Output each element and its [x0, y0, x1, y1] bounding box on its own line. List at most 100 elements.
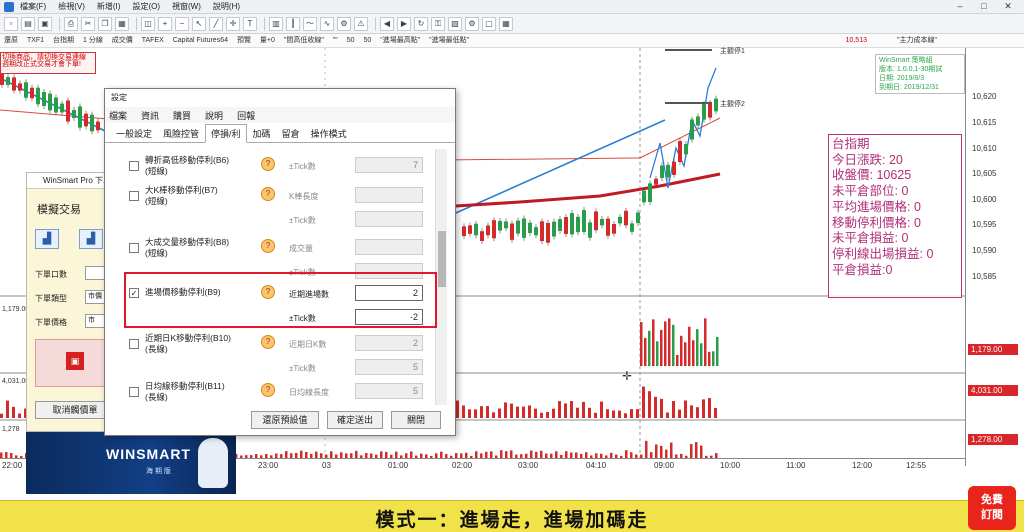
volume-bar: [492, 412, 495, 418]
param-label: 日均線長度: [289, 388, 329, 397]
rule-checkbox[interactable]: [129, 387, 139, 397]
indicator-icon[interactable]: ∿: [320, 16, 334, 31]
param-input[interactable]: 5: [355, 359, 423, 375]
candle-body: [702, 103, 706, 120]
settings-dialog: 設定 檔案 資訊 購買 說明 回報 一般設定 風險控管 停損/利 加碼 留倉 操…: [104, 88, 456, 436]
new-icon[interactable]: ▫: [4, 16, 18, 31]
arrow-left-icon[interactable]: ◀: [380, 16, 394, 31]
alert-icon[interactable]: ⚠: [354, 16, 368, 31]
menu-help[interactable]: 說明(H): [213, 1, 240, 12]
scroll-thumb[interactable]: [438, 231, 446, 287]
tab-stop[interactable]: 停損/利: [205, 124, 247, 143]
print-icon[interactable]: ⎙: [64, 16, 78, 31]
layout-icon[interactable]: ▧: [448, 16, 462, 31]
menu-insert[interactable]: 新增(I): [97, 1, 121, 12]
draw-line-icon[interactable]: ╱: [209, 16, 223, 31]
param-input[interactable]: [355, 187, 423, 203]
help-icon[interactable]: ?: [261, 383, 275, 397]
dialog-menu-buy[interactable]: 購買: [173, 109, 191, 122]
help-icon[interactable]: ?: [261, 239, 275, 253]
window-icon[interactable]: ▢: [482, 16, 496, 31]
menu-view[interactable]: 檢視(V): [58, 1, 85, 12]
save-icon[interactable]: ▣: [38, 16, 52, 31]
buy-button[interactable]: ▣: [35, 339, 113, 387]
close-icon[interactable]: ✕: [996, 1, 1020, 12]
reset-defaults-button[interactable]: 還原預設值: [251, 411, 319, 429]
zoom-out-icon[interactable]: −: [175, 16, 189, 31]
tab-mode[interactable]: 操作模式: [306, 125, 352, 142]
bar-chart-icon[interactable]: ▥: [269, 16, 283, 31]
settings-icon[interactable]: ⚙: [465, 16, 479, 31]
zoom-in-icon[interactable]: +: [158, 16, 172, 31]
tile-icon[interactable]: ▦: [499, 16, 513, 31]
param-input[interactable]: 2: [355, 335, 423, 351]
help-icon[interactable]: ?: [261, 335, 275, 349]
stats-title: 台指期: [832, 137, 870, 151]
info-item: Capital Futures64: [172, 37, 228, 44]
toolbar-separator: [59, 16, 60, 31]
candle-body: [636, 212, 640, 224]
dialog-menu-report[interactable]: 回報: [237, 109, 255, 122]
dialog-tabs: 一般設定 風險控管 停損/利 加碼 留倉 操作模式: [105, 124, 455, 143]
param-input[interactable]: [355, 239, 423, 255]
tab-general[interactable]: 一般設定: [111, 125, 157, 142]
subscribe-button[interactable]: 免費 訂閱: [968, 486, 1016, 530]
volume-bar: [684, 342, 687, 366]
info-right-value: 10,513: [845, 37, 867, 44]
toolbar-separator: [375, 16, 376, 31]
rule-label: 大成交量移動停利(B8) (短線): [145, 237, 230, 258]
menu-window[interactable]: 視窗(W): [172, 1, 201, 12]
grid-icon[interactable]: ▦: [115, 16, 129, 31]
rule-checkbox[interactable]: [129, 243, 139, 253]
info-item: "間高低收線": [283, 37, 324, 44]
copy-icon[interactable]: ❐: [98, 16, 112, 31]
chart-icon[interactable]: ◫: [141, 16, 155, 31]
menu-bar: 檔案(F) 檢視(V) 新增(I) 設定(O) 視窗(W) 說明(H) – □ …: [0, 0, 1024, 14]
help-icon[interactable]: ?: [261, 157, 275, 171]
minimize-icon[interactable]: –: [948, 1, 972, 12]
candle-icon[interactable]: ┃: [286, 16, 300, 31]
menu-settings[interactable]: 設定(O): [132, 1, 160, 12]
dialog-menu-help[interactable]: 說明: [205, 109, 223, 122]
info-item: 台指期: [53, 37, 75, 44]
crosshair-icon[interactable]: ✛: [226, 16, 240, 31]
lock-icon[interactable]: ⚿: [431, 16, 445, 31]
volume-bar: [534, 408, 537, 418]
tab-risk[interactable]: 風險控管: [158, 125, 204, 142]
rule-checkbox[interactable]: [129, 161, 139, 171]
close-button[interactable]: 關閉: [391, 411, 441, 429]
text-icon[interactable]: T: [243, 16, 257, 31]
submit-button[interactable]: 確定送出: [327, 411, 383, 429]
volume-badge: 1,278.00: [968, 434, 1018, 445]
rule-checkbox[interactable]: [129, 339, 139, 349]
dialog-menu-file[interactable]: 檔案: [109, 109, 127, 122]
cursor-icon[interactable]: ↖: [192, 16, 206, 31]
candle-body: [54, 97, 58, 113]
volume-bar: [624, 413, 627, 418]
tab-hold[interactable]: 留倉: [277, 125, 305, 142]
arrow-right-icon[interactable]: ▶: [397, 16, 411, 31]
help-icon[interactable]: ?: [261, 187, 275, 201]
open-icon[interactable]: ▤: [21, 16, 35, 31]
param-input[interactable]: 5: [355, 383, 423, 399]
cancel-trigger-button[interactable]: 取消觸價單: [35, 401, 115, 419]
rule-checkbox[interactable]: [129, 191, 139, 201]
menu-file[interactable]: 檔案(F): [20, 1, 46, 12]
candle-body: [60, 103, 64, 113]
param-input[interactable]: 7: [355, 157, 423, 173]
chart-mode-icon[interactable]: ▟: [35, 229, 59, 249]
volume-bar: [510, 403, 513, 418]
refresh-icon[interactable]: ↻: [414, 16, 428, 31]
chart-mode-icon[interactable]: ▟: [79, 229, 103, 249]
tab-add[interactable]: 加碼: [248, 125, 276, 142]
line-chart-icon[interactable]: 〜: [303, 16, 317, 31]
strategy-icon[interactable]: ⚙: [337, 16, 351, 31]
dialog-menu-info[interactable]: 資訊: [141, 109, 159, 122]
candle-body: [468, 225, 472, 234]
maximize-icon[interactable]: □: [972, 1, 996, 12]
volume-bar: [522, 406, 525, 418]
cut-icon[interactable]: ✂: [81, 16, 95, 31]
param-input[interactable]: [355, 211, 423, 227]
volume-bar: [676, 354, 679, 366]
info-item: TAFEX: [141, 37, 164, 44]
